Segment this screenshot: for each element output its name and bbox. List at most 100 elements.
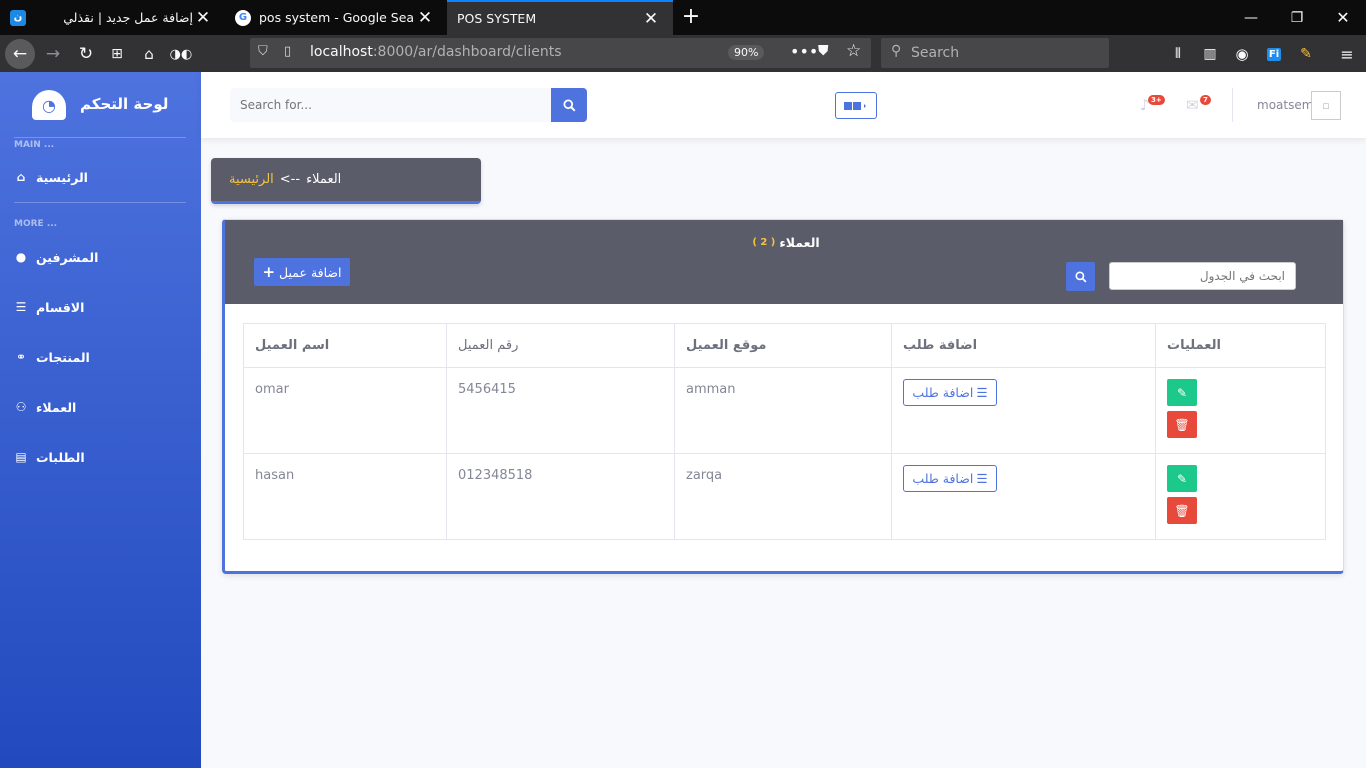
- forward-icon[interactable]: →: [38, 39, 68, 69]
- sidebar-divider: [14, 137, 186, 138]
- tab-title: POS SYSTEM: [457, 11, 537, 26]
- add-order-button[interactable]: اضافة طلب ☰: [903, 379, 997, 406]
- sidebar-item-categories[interactable]: ☰ الاقسام: [14, 297, 194, 317]
- username[interactable]: moatsem: [1257, 98, 1313, 112]
- client-name: omar: [243, 367, 447, 454]
- avatar[interactable]: ▫: [1311, 91, 1341, 120]
- client-number: 5456415: [446, 367, 675, 454]
- delete-button[interactable]: 🗑: [1167, 411, 1197, 438]
- topbar-divider: [1232, 88, 1233, 122]
- library-icon[interactable]: ⫴: [1163, 39, 1193, 69]
- pocket-icon[interactable]: ⛊: [818, 43, 829, 59]
- client-location: zarqa: [674, 453, 892, 540]
- menu-icon[interactable]: ≡: [1332, 39, 1362, 69]
- close-window-icon[interactable]: ✕: [1320, 0, 1366, 35]
- language-toggle-button[interactable]: [835, 92, 877, 119]
- tab-2[interactable]: G pos system - Google Search ✕: [225, 0, 447, 35]
- table-row: hasan 012348518 zarqa اضافة طلب ☰ ✎ 🗑: [243, 453, 1326, 540]
- dashboard-logo-icon: ◔: [32, 90, 66, 120]
- edit-button[interactable]: ✎: [1167, 465, 1197, 492]
- sidebar-item-label: الرئيسية: [36, 169, 88, 185]
- edit-icon: ✎: [1176, 471, 1188, 486]
- edit-button[interactable]: ✎: [1167, 379, 1197, 406]
- zoom-level[interactable]: 90%: [728, 45, 765, 60]
- table-search-input[interactable]: [1109, 262, 1296, 290]
- trash-icon: 🗑: [1174, 417, 1190, 432]
- page-info-icon[interactable]: ▯: [284, 44, 291, 59]
- shield-icon[interactable]: ⛉: [258, 44, 268, 59]
- url-path: :8000/ar/dashboard/clients: [372, 44, 562, 60]
- breadcrumb-home-link[interactable]: الرئيسية: [229, 172, 274, 187]
- trash-icon: 🗑: [1174, 503, 1190, 518]
- order-label: اضافة طلب: [912, 471, 974, 486]
- tab-1[interactable]: ن إضافة عمل جديد | نقذلي ✕: [0, 0, 225, 35]
- extension-broom-icon[interactable]: ✎: [1291, 39, 1321, 69]
- extension-icon[interactable]: Fi: [1259, 39, 1289, 69]
- sidebar-item-label: المنتجات: [36, 349, 90, 365]
- table-search-button[interactable]: [1066, 262, 1095, 291]
- page-actions-icon[interactable]: •••: [790, 42, 818, 61]
- sidebar-item-orders[interactable]: ▤ الطلبات: [14, 447, 194, 467]
- tab-title: إضافة عمل جديد | نقذلي: [63, 10, 193, 25]
- tab-3-active[interactable]: POS SYSTEM ✕: [447, 0, 673, 35]
- add-order-button[interactable]: اضافة طلب ☰: [903, 465, 997, 492]
- close-tab-icon[interactable]: ✕: [415, 8, 435, 28]
- card-title: ( 2 ) العملاء: [751, 235, 821, 250]
- sidebar-item-label: العملاء: [36, 399, 77, 415]
- search-icon: [562, 98, 575, 111]
- url-text[interactable]: localhost:8000/ar/dashboard/clients: [310, 44, 561, 60]
- delete-button[interactable]: 🗑: [1167, 497, 1197, 524]
- browser-search-bar[interactable]: ⚲ Search: [881, 38, 1109, 68]
- close-tab-icon[interactable]: ✕: [193, 8, 213, 28]
- col-actions: العمليات: [1155, 323, 1326, 368]
- handshake-icon: ⚭: [15, 350, 27, 364]
- align-center-icon: ☰: [976, 471, 988, 486]
- sidebar-toggle-icon[interactable]: ▥: [1195, 39, 1225, 69]
- close-tab-icon[interactable]: ✕: [641, 9, 661, 29]
- sidebar-item-home[interactable]: ⌂ الرئيسية: [14, 167, 194, 187]
- language-icon: [844, 101, 866, 110]
- reload-icon[interactable]: ↻: [71, 39, 101, 69]
- add-order-cell: اضافة طلب ☰: [891, 453, 1156, 540]
- search-input[interactable]: [230, 88, 552, 122]
- table-icon: ▤: [15, 450, 27, 464]
- url-bar[interactable]: ⛉ ▯ localhost:8000/ar/dashboard/clients …: [250, 38, 871, 68]
- add-client-button[interactable]: + اضافة عميل: [254, 258, 350, 286]
- client-count: ( 2 ): [752, 237, 776, 248]
- sidebar-brand[interactable]: لوحة التحكم: [80, 95, 168, 113]
- sidebar-heading-more: MORE ...: [14, 219, 58, 229]
- col-client-name: اسم العميل: [243, 323, 447, 368]
- breadcrumb-separator: <--: [279, 172, 301, 187]
- google-favicon-icon: G: [235, 9, 251, 26]
- align-center-icon: ☰: [976, 385, 988, 400]
- search-icon: [1074, 270, 1087, 283]
- home-icon: ⌂: [16, 170, 26, 184]
- card-title-text: العملاء: [779, 235, 820, 250]
- sidebar-item-admins[interactable]: ● المشرفين: [14, 247, 194, 267]
- minimize-icon[interactable]: —: [1228, 0, 1274, 35]
- new-tab-button[interactable]: +: [680, 4, 702, 30]
- private-mask-icon[interactable]: ◑◐: [166, 39, 196, 69]
- breadcrumb-current: العملاء: [306, 172, 342, 187]
- back-icon[interactable]: ←: [5, 39, 35, 69]
- account-icon[interactable]: ◉: [1227, 39, 1257, 69]
- messages-badge: 7: [1200, 95, 1211, 105]
- breadcrumb: الرئيسية <-- العملاء: [211, 158, 481, 204]
- order-label: اضافة طلب: [912, 385, 974, 400]
- clients-table: اسم العميل رقم العميل موقع العميل اضافة …: [243, 323, 1326, 540]
- bookmark-star-icon[interactable]: ☆: [846, 41, 861, 61]
- sidebar-item-clients[interactable]: ⚇ العملاء: [14, 397, 194, 417]
- envelope-icon[interactable]: ✉: [1186, 96, 1199, 114]
- client-location: amman: [674, 367, 892, 454]
- home-icon[interactable]: ⌂: [134, 39, 164, 69]
- sidebar-item-products[interactable]: ⚭ المنتجات: [14, 347, 194, 367]
- container-tab-icon[interactable]: ⊞: [102, 39, 132, 69]
- col-client-location: موقع العميل: [674, 323, 892, 368]
- search-button[interactable]: [551, 88, 587, 122]
- users-icon: ⚇: [15, 400, 27, 414]
- user-circle-icon: ●: [15, 250, 27, 264]
- restore-icon[interactable]: ❐: [1274, 0, 1320, 35]
- alerts-badge: 3+: [1148, 95, 1165, 105]
- edit-icon: ✎: [1176, 385, 1188, 400]
- search-icon: ⚲: [891, 43, 902, 59]
